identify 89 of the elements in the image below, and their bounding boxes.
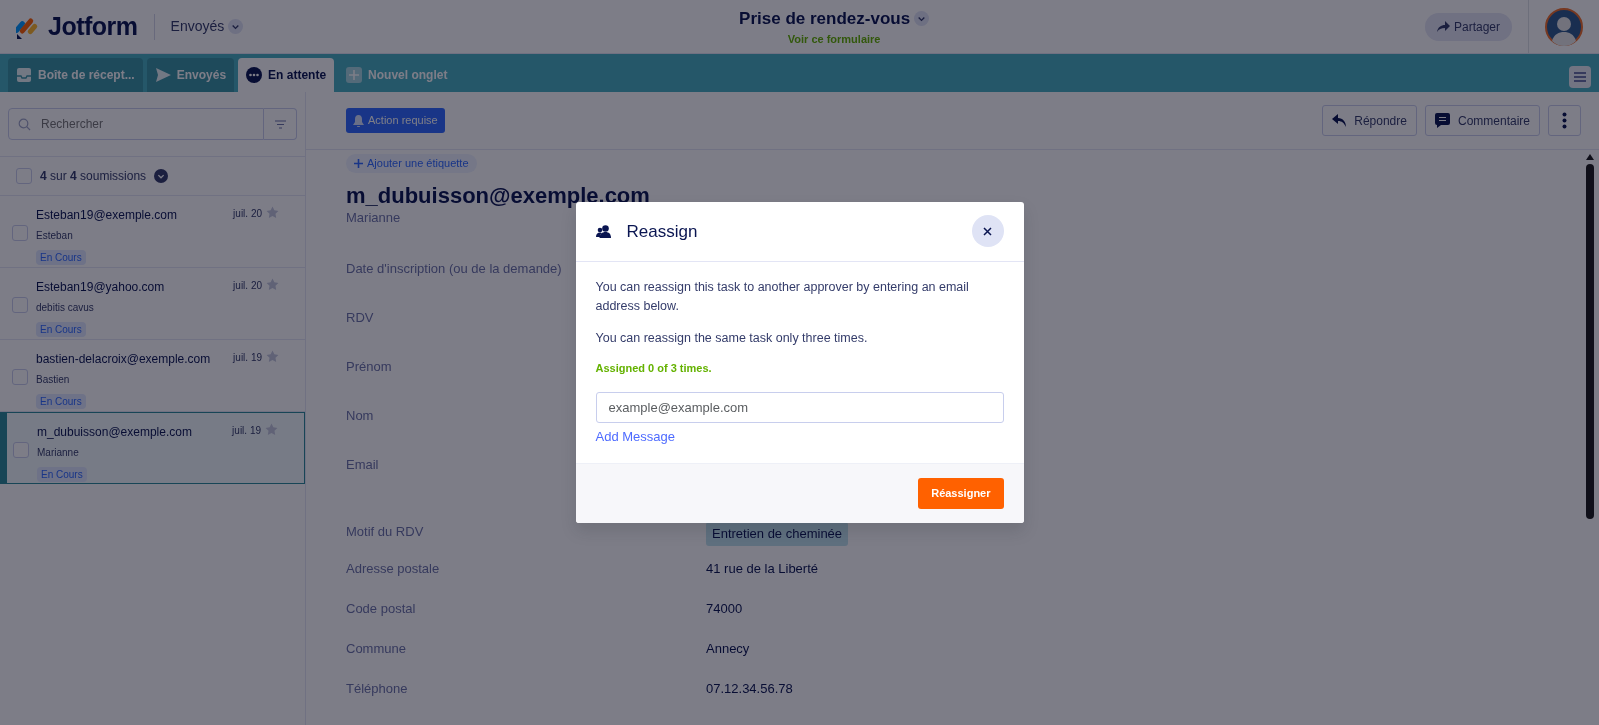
field-value-tag: Entretien de cheminée <box>706 522 849 546</box>
checkbox[interactable] <box>13 442 29 458</box>
action-required-button[interactable]: Action requise <box>346 108 445 133</box>
tab[interactable]: Envoyés <box>146 58 235 92</box>
search-field[interactable]: Rechercher <box>8 108 264 140</box>
submission-item[interactable]: Esteban19@exemple.com Esteban En Cours juil. 20 <box>0 196 305 268</box>
submission-email: m_dubuisson@exemple.com <box>37 424 193 441</box>
submission-email: Esteban19@yahoo.com <box>36 279 166 296</box>
field-label: RDV <box>346 310 374 326</box>
submitter-name: Marianne <box>37 446 80 460</box>
star-icon[interactable] <box>266 350 279 363</box>
select-all-checkbox[interactable] <box>16 168 32 184</box>
add-message-link[interactable]: Add Message <box>595 429 675 445</box>
tab[interactable]: En attente <box>238 58 335 92</box>
chevron-down-icon[interactable] <box>154 169 169 183</box>
folder-dropdown[interactable]: Envoyés <box>170 16 244 37</box>
submission-subtitle: Marianne <box>346 208 401 227</box>
submission-title: m_dubuisson@exemple.com <box>346 182 650 208</box>
logo-text: Jotform <box>48 10 138 42</box>
comment-button[interactable]: Commentaire <box>1424 105 1540 136</box>
checkbox[interactable] <box>12 225 28 241</box>
dialog-text: You can reassign the same task only three times. <box>595 329 869 347</box>
avatar-icon[interactable] <box>1545 7 1583 46</box>
view-form-link[interactable]: Voir ce formulaire <box>787 31 881 48</box>
field-value: 41 rue de la Liberté <box>706 560 819 579</box>
add-tag-button[interactable]: Ajouter une étiquette <box>346 154 477 173</box>
filter-button[interactable] <box>264 108 297 140</box>
submission-item[interactable]: m_dubuisson@exemple.com Marianne En Cours juil. 19 <box>0 412 305 484</box>
submission-date: juil. 20 <box>233 279 262 293</box>
checkbox[interactable] <box>12 297 28 313</box>
checkbox[interactable] <box>12 369 28 385</box>
inbox-icon <box>16 67 32 83</box>
field-label: Date d'inscription (ou de la demande) <box>346 261 562 277</box>
filter-icon <box>274 119 286 129</box>
submitter-name: Bastien <box>36 373 71 387</box>
submission-date: juil. 19 <box>232 424 261 438</box>
comment-icon <box>1434 113 1450 128</box>
star-icon[interactable] <box>266 206 279 219</box>
field-value: Annecy <box>706 640 750 659</box>
submission-date: juil. 20 <box>233 207 262 221</box>
tab[interactable]: Boîte de récept... <box>8 58 143 92</box>
send-icon <box>154 67 171 83</box>
people-icon <box>595 224 611 238</box>
field-label: Commune <box>346 641 406 657</box>
share-arrow-icon <box>1436 21 1450 32</box>
field-label: Prénom <box>346 359 392 375</box>
plus-icon <box>354 158 363 168</box>
share-button[interactable]: Partager <box>1424 12 1512 41</box>
status-tag: En Cours <box>36 250 86 265</box>
assignment-counter: Assigned 0 of 3 times. <box>595 360 713 376</box>
submission-date: juil. 19 <box>233 351 262 365</box>
submission-count: 4 sur 4 soumissions <box>40 168 147 185</box>
field-label: Téléphone <box>346 681 408 697</box>
dialog-text: You can reassign this task to another approver by entering an email address below. <box>595 278 970 316</box>
dots-icon <box>246 67 263 83</box>
email-field[interactable]: example@example.com <box>595 392 1004 424</box>
more-options-button[interactable] <box>1548 105 1581 136</box>
kebab-icon <box>1562 112 1567 129</box>
submission-item[interactable]: Esteban19@yahoo.com debitis cavus En Cours juil. 20 <box>0 268 305 340</box>
scroll-up-icon[interactable] <box>1586 154 1594 160</box>
close-icon <box>983 226 992 236</box>
star-icon[interactable] <box>266 278 279 291</box>
chevron-down-icon <box>228 19 244 34</box>
submission-email: bastien-delacroix@exemple.com <box>36 351 212 368</box>
reassign-button[interactable]: Réassigner <box>918 478 1004 510</box>
form-title: Prise de rendez-vous <box>739 7 911 30</box>
close-button[interactable] <box>971 215 1004 248</box>
submitter-name: Esteban <box>36 229 74 243</box>
status-tag: En Cours <box>36 394 86 409</box>
field-value: 74000 <box>706 600 743 619</box>
field-label: Motif du RDV <box>346 524 424 540</box>
status-tag: En Cours <box>36 322 86 337</box>
scrollbar-thumb[interactable] <box>1586 164 1594 519</box>
chevron-down-icon[interactable] <box>914 10 930 26</box>
field-value: 07.12.34.56.78 <box>706 680 793 699</box>
menu-icon <box>1573 71 1587 83</box>
submitter-name: debitis cavus <box>36 301 95 315</box>
submission-email: Esteban19@exemple.com <box>36 207 178 224</box>
reply-icon <box>1332 114 1347 127</box>
bell-icon <box>353 114 364 127</box>
status-tag: En Cours <box>37 467 87 482</box>
star-icon[interactable] <box>265 423 278 436</box>
menu-button[interactable] <box>1569 66 1591 88</box>
dialog-title: Reassign <box>626 220 699 243</box>
field-label: Nom <box>346 408 374 424</box>
field-label: Adresse postale <box>346 561 440 577</box>
field-label: Code postal <box>346 601 416 617</box>
reply-button[interactable]: Répondre <box>1322 105 1417 136</box>
field-label: Email <box>346 457 379 473</box>
